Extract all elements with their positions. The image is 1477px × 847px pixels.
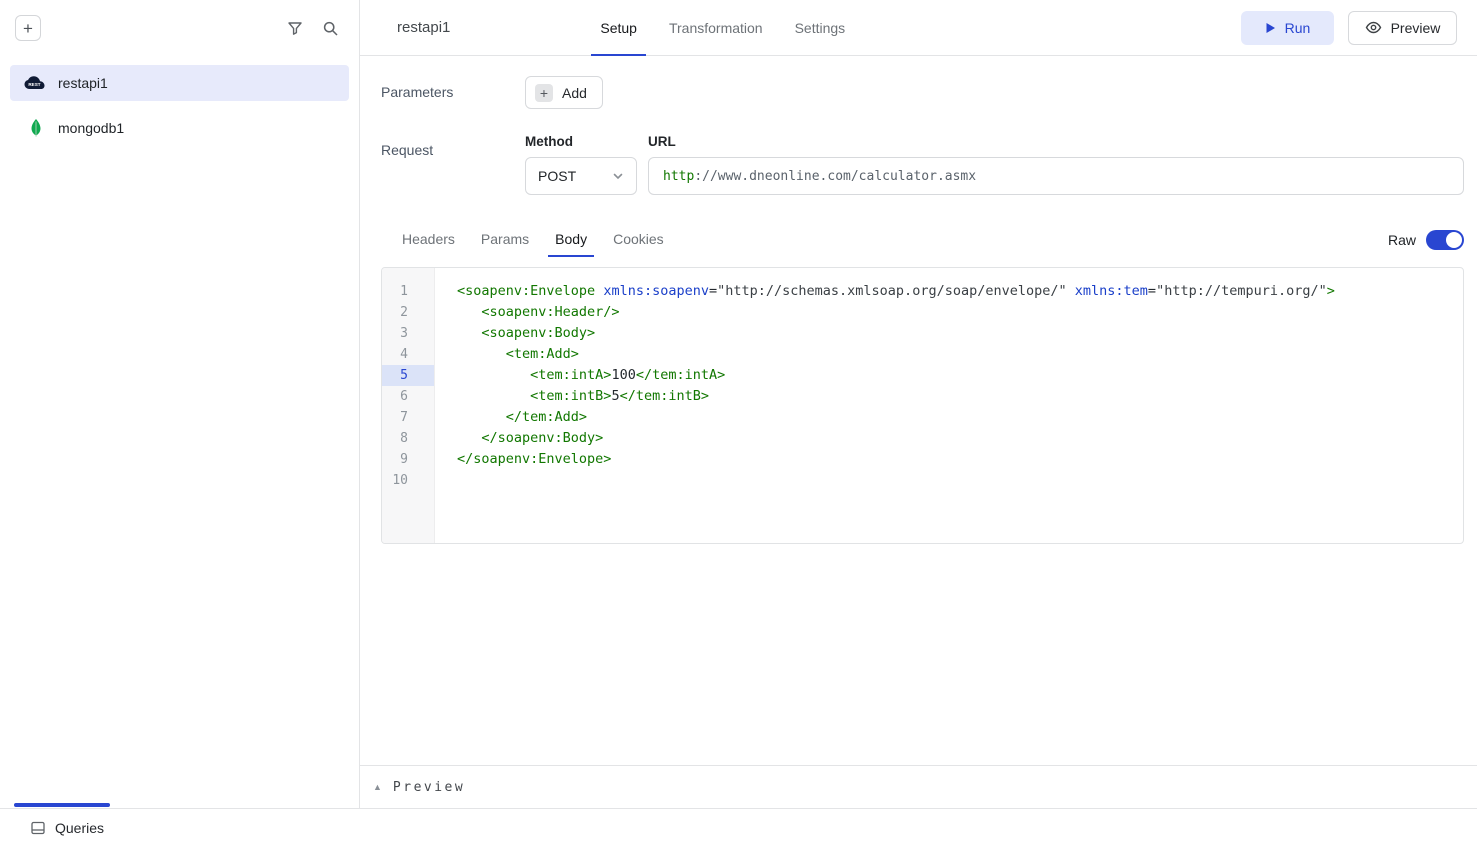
app: + REST restapi1 mongodb1 restapi1 Setup Tra… xyxy=(0,0,1477,808)
raw-label: Raw xyxy=(1388,232,1416,248)
play-icon xyxy=(1265,22,1276,34)
eye-icon xyxy=(1365,19,1382,36)
toggle-knob xyxy=(1446,232,1462,248)
sidebar-item-label: restapi1 xyxy=(58,75,108,91)
page-title: restapi1 xyxy=(397,19,450,36)
queries-tab-label: Queries xyxy=(55,820,104,836)
body-tabs-row: Headers Params Body Cookies Raw xyxy=(381,223,1464,257)
sidebar-item-mongodb1[interactable]: mongodb1 xyxy=(10,110,349,146)
header-actions: Run Preview xyxy=(1241,11,1457,45)
tab-params[interactable]: Params xyxy=(474,223,536,257)
editor-gutter: 12345678910 xyxy=(382,268,435,543)
gutter-line-number: 9 xyxy=(382,449,434,470)
setup-form: Parameters + Add Request Method POST xyxy=(360,56,1477,544)
url-input[interactable]: http://www.dneonline.com/calculator.asmx xyxy=(648,157,1464,195)
code-line: </tem:Add> xyxy=(457,407,1463,428)
gutter-line-number: 5 xyxy=(382,365,434,386)
bottom-bar: Queries xyxy=(0,808,1477,847)
add-parameter-label: Add xyxy=(562,85,587,101)
raw-toggle[interactable] xyxy=(1426,230,1464,250)
method-value: POST xyxy=(538,168,576,184)
code-line: </soapenv:Body> xyxy=(457,428,1463,449)
gutter-line-number: 2 xyxy=(382,302,434,323)
code-line: </soapenv:Envelope> xyxy=(457,449,1463,470)
main-panel: restapi1 Setup TransformationSettings Run… xyxy=(360,0,1477,808)
tab-headers[interactable]: Headers xyxy=(395,223,462,257)
sidebar-toolbar: + xyxy=(0,0,359,56)
request-label: Request xyxy=(381,134,525,195)
sidebar: + REST restapi1 mongodb1 xyxy=(0,0,360,808)
gutter-line-number: 3 xyxy=(382,323,434,344)
queries-icon xyxy=(30,820,46,836)
plus-icon: + xyxy=(535,84,553,102)
queries-tab[interactable]: Queries xyxy=(30,820,104,836)
code-line: <soapenv:Body> xyxy=(457,323,1463,344)
run-button[interactable]: Run xyxy=(1241,11,1334,45)
add-parameter-button[interactable]: + Add xyxy=(525,76,603,109)
active-tab-indicator xyxy=(14,803,110,807)
code-line: <soapenv:Envelope xmlns:soapenv="http://… xyxy=(457,281,1463,302)
gutter-line-number: 8 xyxy=(382,428,434,449)
query-list: REST restapi1 mongodb1 xyxy=(0,56,359,155)
preview-panel-toggle[interactable]: ▲ Preview xyxy=(360,765,1477,808)
gutter-line-number: 7 xyxy=(382,407,434,428)
filter-icon[interactable] xyxy=(287,20,303,36)
preview-button-label: Preview xyxy=(1391,20,1441,36)
gutter-line-number: 4 xyxy=(382,344,434,365)
method-select[interactable]: POST xyxy=(525,157,637,195)
parameters-label: Parameters xyxy=(381,76,525,109)
code-line: <soapenv:Header/> xyxy=(457,302,1463,323)
gutter-line-number: 1 xyxy=(382,281,434,302)
url-scheme: http xyxy=(663,169,694,184)
search-icon[interactable] xyxy=(322,20,339,37)
tab-cookies[interactable]: Cookies xyxy=(606,223,671,257)
url-rest: ://www.dneonline.com/calculator.asmx xyxy=(694,169,976,184)
top-tabs: Setup TransformationSettings xyxy=(584,0,861,56)
collapse-up-icon: ▲ xyxy=(373,782,382,792)
gutter-line-number: 10 xyxy=(382,470,434,491)
request-row: Request Method POST URL http://www.dneon… xyxy=(381,134,1464,195)
method-label: Method xyxy=(525,134,637,149)
run-button-label: Run xyxy=(1285,20,1311,36)
tab-setup[interactable]: Setup xyxy=(591,0,646,56)
mongodb-icon xyxy=(22,119,49,137)
raw-toggle-wrap: Raw xyxy=(1388,230,1464,257)
gutter-line-number: 6 xyxy=(382,386,434,407)
chevron-down-icon xyxy=(612,170,624,182)
body-tabs: Headers Params Body Cookies xyxy=(389,223,677,257)
sidebar-item-label: mongodb1 xyxy=(58,120,124,136)
url-field: URL http://www.dneonline.com/calculator.… xyxy=(648,134,1464,195)
editor-code-area[interactable]: <soapenv:Envelope xmlns:soapenv="http://… xyxy=(435,268,1463,543)
code-line: <tem:Add> xyxy=(457,344,1463,365)
sidebar-toolbar-icons xyxy=(287,20,339,37)
method-field: Method POST xyxy=(525,134,637,195)
parameters-row: Parameters + Add xyxy=(381,76,1464,109)
tab-settings[interactable]: Settings xyxy=(786,0,855,56)
preview-panel-label: Preview xyxy=(393,780,465,795)
code-editor: 12345678910 <soapenv:Envelope xmlns:soap… xyxy=(381,267,1464,544)
code-line: <tem:intA>100</tem:intA> xyxy=(457,365,1463,386)
preview-button[interactable]: Preview xyxy=(1348,11,1457,45)
code-line xyxy=(457,470,1463,491)
url-label: URL xyxy=(648,134,1464,149)
sidebar-item-restapi1[interactable]: REST restapi1 xyxy=(10,65,349,101)
query-header: restapi1 Setup TransformationSettings Run… xyxy=(360,0,1477,56)
tab-body[interactable]: Body xyxy=(548,223,594,257)
svg-text:REST: REST xyxy=(28,82,40,87)
rest-api-icon: REST xyxy=(22,75,49,91)
add-query-button[interactable]: + xyxy=(15,15,41,41)
tab-transformation[interactable]: Transformation xyxy=(660,0,772,56)
code-line: <tem:intB>5</tem:intB> xyxy=(457,386,1463,407)
